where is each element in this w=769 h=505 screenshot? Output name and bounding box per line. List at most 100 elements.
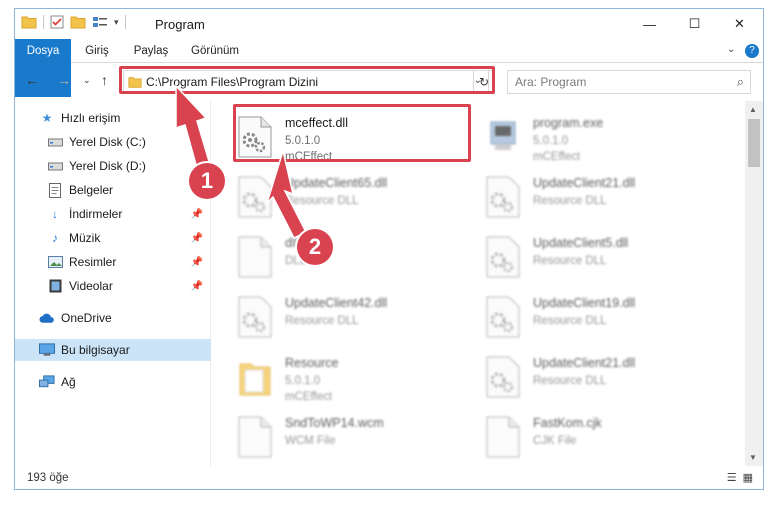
- file-highlight-box: [233, 104, 471, 162]
- pin-icon[interactable]: 📌: [191, 257, 203, 268]
- item-count: 193 öğe: [27, 472, 69, 484]
- drive-icon: [47, 158, 63, 174]
- file-name: UpdateClient21.dll: [533, 356, 636, 370]
- sidebar-item-label: Yerel Disk (D:): [69, 159, 146, 173]
- drive-icon: [47, 134, 63, 150]
- forward-icon[interactable]: →: [57, 72, 71, 88]
- sidebar-item-music[interactable]: ♪ Müzik 📌: [15, 227, 211, 249]
- file-item[interactable]: FastKom.cjk CJK File: [485, 413, 725, 471]
- file-item[interactable]: UpdateClient21.dll Resource DLL: [485, 173, 725, 231]
- navigation-pane: ★ Hızlı erişim Yerel Disk (C:) 📌 Yerel D…: [15, 101, 211, 466]
- scroll-up-icon[interactable]: ▲: [749, 105, 757, 114]
- scrollbar-thumb[interactable]: [748, 119, 760, 167]
- dll-gear-icon: [486, 236, 520, 278]
- quick-access-toolbar: ▾: [21, 15, 126, 29]
- large-icons-view-icon[interactable]: ▦: [743, 471, 753, 484]
- file-item[interactable]: SndToWP14.wcm WCM File: [237, 413, 477, 471]
- file-description: Resource DLL: [533, 255, 607, 267]
- file-icon: [238, 416, 272, 458]
- search-placeholder: Ara: Program: [515, 75, 587, 89]
- file-item[interactable]: UpdateClient21.dll Resource DLL: [485, 353, 725, 411]
- sidebar-item-downloads[interactable]: ↓ İndirmeler 📌: [15, 203, 211, 225]
- file-item[interactable]: UpdateClient65.dll Resource DLL: [237, 173, 477, 231]
- file-name: UpdateClient19.dll: [533, 296, 636, 310]
- file-name: FastKom.cjk: [533, 416, 602, 430]
- file-description: Resource DLL: [533, 315, 607, 327]
- file-item[interactable]: UpdateClient19.dll Resource DLL: [485, 293, 725, 351]
- dll-gear-icon: [238, 296, 272, 338]
- scroll-down-icon[interactable]: ▼: [749, 453, 757, 462]
- file-name: UpdateClient42.dll: [285, 296, 388, 310]
- sidebar-item-label: Yerel Disk (C:): [69, 135, 146, 149]
- tab-share[interactable]: Paylaş: [129, 39, 173, 63]
- close-button[interactable]: ✕: [717, 9, 762, 39]
- customize-toolbar-icon[interactable]: ▾: [114, 17, 119, 28]
- sidebar-item-label: İndirmeler: [69, 207, 123, 221]
- back-icon[interactable]: ←: [25, 72, 39, 88]
- pin-icon[interactable]: 📌: [191, 137, 203, 148]
- file-item[interactable]: dll DLL: [237, 233, 477, 291]
- file-name: UpdateClient5.dll: [533, 236, 629, 250]
- file-icon: [238, 236, 272, 278]
- file-description: Resource DLL: [285, 315, 359, 327]
- sidebar-item-label: Videolar: [69, 279, 113, 293]
- dll-gear-icon: [486, 356, 520, 398]
- expand-ribbon-icon[interactable]: ⌄: [727, 44, 735, 55]
- document-icon: [47, 182, 63, 198]
- pictures-icon: [47, 254, 63, 270]
- sidebar-item-label: Belgeler: [69, 183, 114, 197]
- dll-gear-icon: [238, 176, 272, 218]
- sidebar-item-label: Müzik: [69, 231, 101, 245]
- address-highlight-box: [119, 66, 495, 94]
- vertical-scrollbar[interactable]: ▲ ▼: [745, 101, 763, 466]
- file-name: SndToWP14.wcm: [285, 416, 384, 430]
- music-icon: ♪: [52, 231, 58, 245]
- details-view-icon[interactable]: ☰: [727, 471, 737, 484]
- sidebar-item-local-disk-d[interactable]: Yerel Disk (D:): [15, 155, 211, 177]
- sidebar-item-label: Ağ: [61, 375, 76, 389]
- new-folder-icon[interactable]: [70, 15, 86, 29]
- sidebar-item-quick-access[interactable]: ★ Hızlı erişim: [15, 107, 211, 129]
- minimize-button[interactable]: —: [627, 9, 672, 39]
- file-version: 5.0.1.0: [533, 135, 569, 147]
- toolbar-separator: [124, 15, 126, 29]
- pin-icon[interactable]: 📌: [191, 233, 203, 244]
- title-bar: ▾ Program — ☐ ✕: [15, 9, 763, 39]
- file-item-program-exe[interactable]: program.exe 5.0.1.0 mCEffect: [485, 113, 725, 171]
- view-options-icon[interactable]: [92, 15, 108, 29]
- maximize-button[interactable]: ☐: [672, 9, 717, 39]
- view-switcher: ☰ ▦: [727, 471, 753, 484]
- sidebar-item-onedrive[interactable]: OneDrive: [15, 307, 211, 329]
- sidebar-item-label: Hızlı erişim: [61, 111, 121, 125]
- sidebar-item-pictures[interactable]: Resimler 📌: [15, 251, 211, 273]
- file-item[interactable]: UpdateClient5.dll Resource DLL: [485, 233, 725, 291]
- dll-gear-icon: [486, 296, 520, 338]
- tab-view[interactable]: Görünüm: [187, 39, 243, 63]
- toolbar-separator: [43, 15, 44, 29]
- help-icon[interactable]: ?: [745, 44, 759, 58]
- pin-icon[interactable]: 📌: [191, 281, 203, 292]
- sidebar-item-videos[interactable]: Videolar 📌: [15, 275, 211, 297]
- file-version: 5.0.1.0: [285, 375, 321, 387]
- file-item[interactable]: UpdateClient42.dll Resource DLL: [237, 293, 477, 351]
- sidebar-item-documents[interactable]: Belgeler: [15, 179, 211, 201]
- file-description: Resource DLL: [285, 195, 359, 207]
- tab-home[interactable]: Giriş: [79, 39, 115, 63]
- file-description: WCM File: [285, 435, 336, 447]
- properties-icon[interactable]: [50, 15, 64, 29]
- recent-locations-icon[interactable]: ⌄: [83, 75, 91, 86]
- search-input[interactable]: Ara: Program ⌕: [507, 70, 751, 94]
- file-name: Resource: [285, 356, 339, 370]
- sidebar-item-local-disk-c[interactable]: Yerel Disk (C:) 📌: [15, 131, 211, 153]
- up-icon[interactable]: ↑: [101, 72, 108, 88]
- video-icon: [47, 278, 63, 294]
- sidebar-item-this-pc[interactable]: Bu bilgisayar: [15, 339, 211, 361]
- file-description: Resource DLL: [533, 375, 607, 387]
- sidebar-item-network[interactable]: Ağ: [15, 371, 211, 393]
- file-name: UpdateClient65.dll: [285, 176, 388, 190]
- file-item[interactable]: Resource 5.0.1.0 mCEffect: [237, 353, 477, 411]
- window-title: Program: [155, 17, 205, 32]
- exe-icon: [490, 121, 516, 150]
- pin-icon[interactable]: 📌: [191, 209, 203, 220]
- status-bar: 193 öğe ☰ ▦: [15, 466, 763, 489]
